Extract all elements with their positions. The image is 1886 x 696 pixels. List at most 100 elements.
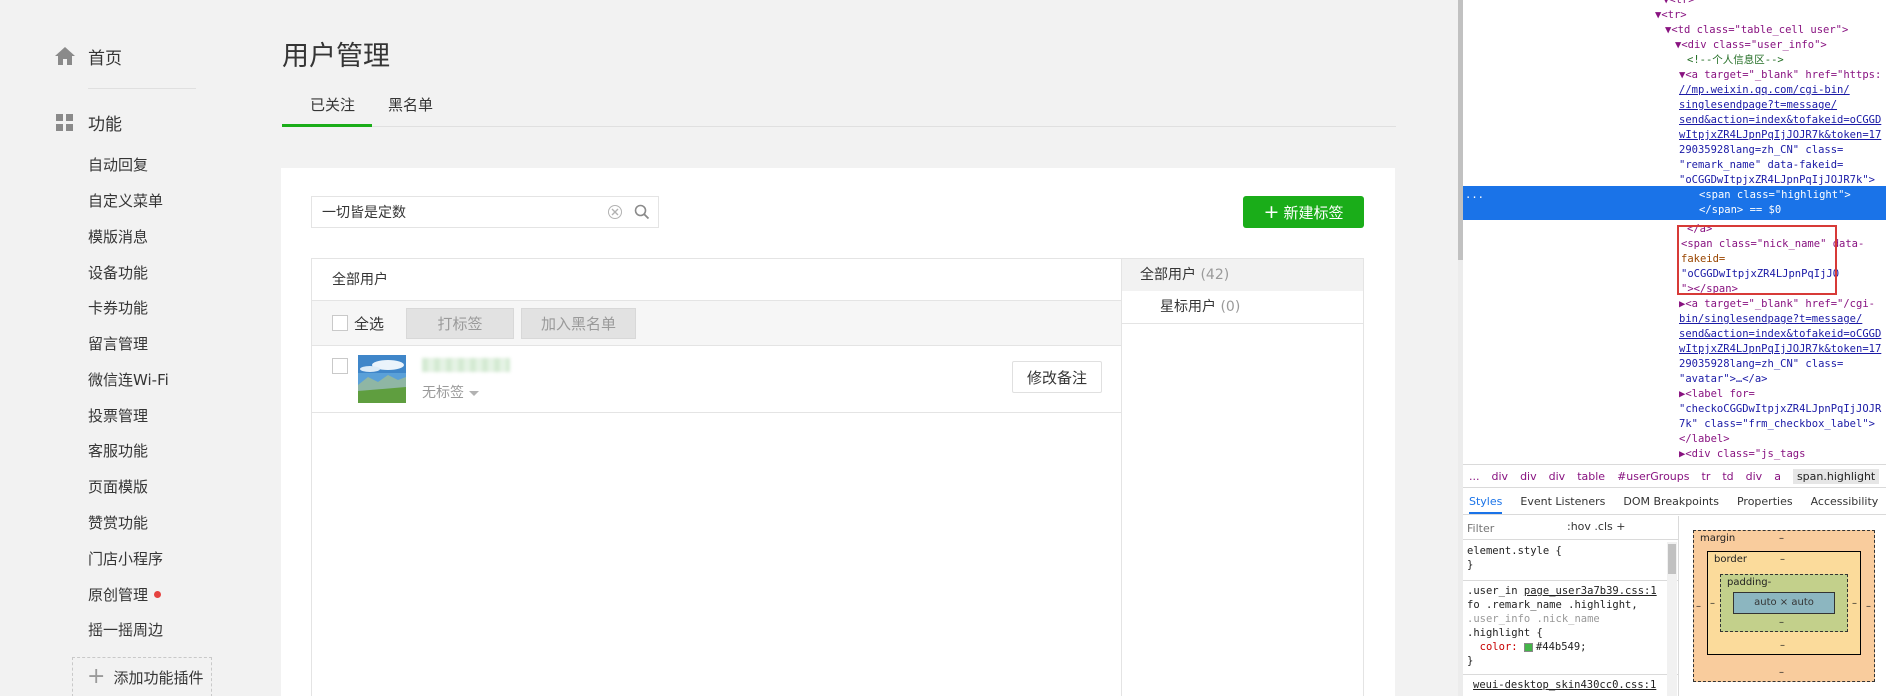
add-plugin-label: 添加功能插件 <box>113 668 204 687</box>
dom-line[interactable]: bin/singlesendpage?t=message/ <box>1679 312 1862 327</box>
breadcrumb-item[interactable]: div <box>1520 470 1537 483</box>
style-rule-line: fo .remark_name .highlight, <box>1467 599 1638 611</box>
dom-tree: ▼<tr> ▼<tr> ▼<td class="table_cell user"… <box>1463 0 1886 464</box>
dom-line[interactable]: "remark_name" data-fakeid= <box>1679 158 1843 173</box>
dom-line[interactable]: ▶<div class="js_tags <box>1679 447 1805 462</box>
style-source-link[interactable]: page_user3a7b39.css:1 <box>1524 585 1657 597</box>
list-toolbar: 全选 打标签 加入黑名单 <box>312 301 1121 346</box>
style-source-link[interactable]: weui-desktop_skin430cc0.css:1 <box>1473 679 1656 691</box>
dom-line[interactable]: </label> <box>1679 432 1730 447</box>
sidebar-item-template-message[interactable]: 模版消息 <box>88 226 148 248</box>
tab-dom-breakpoints[interactable]: DOM Breakpoints <box>1623 495 1719 508</box>
dom-line[interactable]: ▼<div class="user_info"> <box>1675 38 1827 53</box>
sidebar-item-custom-menu[interactable]: 自定义菜单 <box>88 190 163 212</box>
dom-line[interactable]: "avatar">…</a> <box>1679 372 1768 387</box>
add-to-blacklist-button[interactable]: 加入黑名单 <box>521 308 636 339</box>
new-tag-button[interactable]: + 新建标签 <box>1243 196 1364 228</box>
group-label: 全部用户 <box>1140 267 1196 283</box>
breadcrumb-item[interactable]: tr <box>1702 470 1711 483</box>
selected-dom-node[interactable]: ... <span class="highlight"> </span> == … <box>1463 186 1886 220</box>
sidebar-item-label: 卡券功能 <box>88 299 149 317</box>
search-icon[interactable] <box>634 204 650 220</box>
sidebar-item-page-template[interactable]: 页面模版 <box>88 476 148 498</box>
breadcrumb-item[interactable]: table <box>1577 470 1605 483</box>
sidebar-item-original[interactable]: 原创管理 <box>88 584 162 606</box>
nav-function[interactable]: 功能 <box>54 107 122 137</box>
tab-styles[interactable]: Styles <box>1469 495 1503 514</box>
sidebar-item-votes[interactable]: 投票管理 <box>88 405 148 427</box>
avatar[interactable] <box>358 355 406 403</box>
dom-line[interactable]: wItpjxZR4LJpnPqIjJOJR7k&token=17 <box>1679 128 1881 143</box>
filter-tools[interactable]: :hov .cls + <box>1567 520 1625 533</box>
dom-line[interactable]: ▼<a target="_blank" href="https: <box>1679 68 1881 83</box>
style-rule-line: color: #44b549; <box>1479 641 1587 653</box>
breadcrumb-item[interactable]: div <box>1746 470 1763 483</box>
sidebar-item-cards[interactable]: 卡券功能 <box>88 297 148 319</box>
search-input[interactable] <box>322 197 602 227</box>
table-row: 无标签 修改备注 <box>312 346 1121 413</box>
tab-followed[interactable]: 已关注 <box>310 94 355 115</box>
group-item-all[interactable]: 全部用户 (42) <box>1122 259 1363 291</box>
style-rule-line: .highlight { <box>1467 627 1543 639</box>
breadcrumb-item[interactable]: ... <box>1469 470 1480 483</box>
sidebar-item-wifi[interactable]: 微信连Wi-Fi <box>88 369 169 391</box>
sidebar-item-auto-reply[interactable]: 自动回复 <box>88 154 148 176</box>
sidebar-item-customer-service[interactable]: 客服功能 <box>88 440 148 462</box>
nav-function-label: 功能 <box>88 114 122 135</box>
sidebar-item-shake[interactable]: 摇一摇周边 <box>88 619 163 641</box>
tab-event-listeners[interactable]: Event Listeners <box>1520 495 1605 508</box>
tag-dropdown-label: 无标签 <box>422 385 464 401</box>
dom-line[interactable]: "checkoCGGDwItpjxZR4LJpnPqIjJOJR <box>1679 402 1881 417</box>
dom-line[interactable]: ▼<td class="table_cell user"> <box>1665 23 1848 38</box>
dom-line[interactable]: <!--个人信息区--> <box>1687 53 1784 68</box>
dom-line[interactable]: ▶<a target="_blank" href="/cgi- <box>1679 297 1875 312</box>
row-checkbox[interactable] <box>332 358 348 374</box>
dom-line[interactable]: 29035928lang=zh_CN" class= <box>1679 143 1843 158</box>
styles-scrollbar[interactable] <box>1667 542 1677 696</box>
notification-dot <box>154 591 162 598</box>
dom-line[interactable]: 7k" class="frm_checkbox_label"> <box>1679 417 1875 432</box>
add-plugin-button[interactable]: + 添加功能插件 <box>72 657 212 696</box>
sidebar-item-label: 设备功能 <box>88 264 149 282</box>
dom-line[interactable]: send&action=index&tofakeid=oCGGD <box>1679 113 1881 128</box>
group-item-starred[interactable]: 星标用户 (0) <box>1122 291 1363 324</box>
breadcrumb-item[interactable]: div <box>1549 470 1566 483</box>
tag-button[interactable]: 打标签 <box>406 308 514 339</box>
edit-remark-button[interactable]: 修改备注 <box>1012 361 1102 393</box>
dom-line[interactable]: //mp.weixin.qq.com/cgi-bin/ <box>1679 83 1850 98</box>
tab-blacklist[interactable]: 黑名单 <box>388 94 433 115</box>
breadcrumb-item[interactable]: td <box>1722 470 1733 483</box>
search-box <box>311 196 659 228</box>
clear-icon[interactable] <box>608 205 622 219</box>
dom-line[interactable]: ▼<tr> <box>1655 8 1687 23</box>
tag-dropdown[interactable]: 无标签 <box>422 382 479 402</box>
select-all-checkbox[interactable] <box>332 315 348 331</box>
tab-accessibility[interactable]: Accessibility <box>1811 495 1879 508</box>
breadcrumb-item-current[interactable]: span.highlight <box>1792 468 1880 484</box>
sidebar-item-store-miniprogram[interactable]: 门店小程序 <box>88 548 163 570</box>
filter-input[interactable] <box>1467 519 1557 537</box>
style-rule-line: weui-desktop_skin430cc0.css:1 <box>1473 678 1656 692</box>
breadcrumb-item[interactable]: div <box>1492 470 1509 483</box>
breadcrumb-item[interactable]: a <box>1774 470 1781 483</box>
color-swatch[interactable] <box>1523 642 1533 652</box>
dom-line[interactable]: ▶<label for= <box>1679 387 1755 402</box>
box-model-content: auto × auto <box>1733 592 1835 614</box>
breadcrumb-item[interactable]: #userGroups <box>1617 470 1689 483</box>
sidebar-item-label: 门店小程序 <box>88 550 164 568</box>
sidebar-item-reward[interactable]: 赞赏功能 <box>88 512 148 534</box>
dom-line[interactable]: ▼<tr> <box>1663 0 1695 8</box>
tab-properties[interactable]: Properties <box>1737 495 1793 508</box>
sidebar-item-label: 自动回复 <box>88 156 149 174</box>
style-rule-line: } <box>1467 655 1474 667</box>
nav-home[interactable]: 首页 <box>54 41 122 71</box>
ellipsis-icon: ... <box>1465 189 1484 201</box>
sidebar-item-comments[interactable]: 留言管理 <box>88 333 148 355</box>
dom-line[interactable]: send&action=index&tofakeid=oCGGD <box>1679 327 1881 342</box>
dom-line[interactable]: wItpjxZR4LJpnPqIjJOJR7k&token=17 <box>1679 342 1881 357</box>
dom-line[interactable]: singlesendpage?t=message/ <box>1679 98 1837 113</box>
dom-line[interactable]: 29035928lang=zh_CN" class= <box>1679 357 1843 372</box>
select-all-label[interactable]: 全选 <box>354 313 384 334</box>
sidebar-item-device[interactable]: 设备功能 <box>88 262 148 284</box>
box-model-margin: margin – – – – border – – – – padding- a… <box>1693 530 1875 682</box>
